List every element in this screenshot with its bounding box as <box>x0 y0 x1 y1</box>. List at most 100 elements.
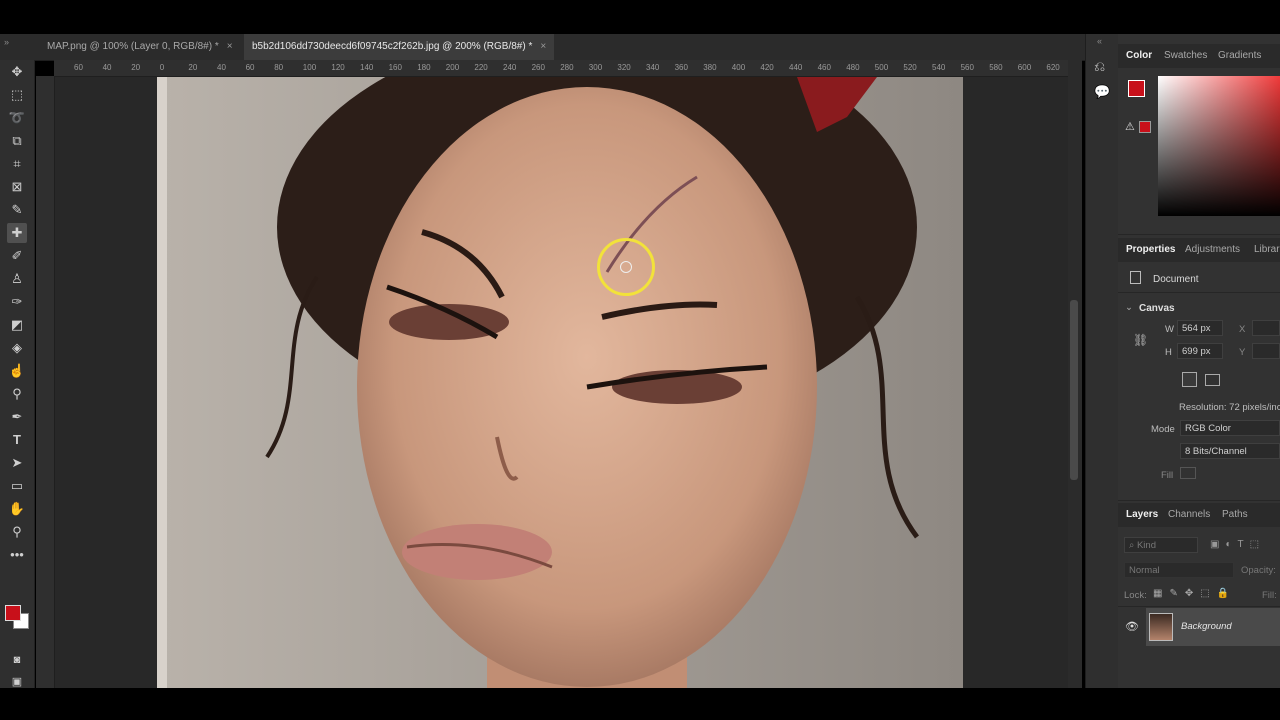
ruler-tick-label: 480 <box>846 63 860 72</box>
path-select-icon[interactable]: ➤ <box>7 453 27 473</box>
ruler-tick-label: 140 <box>360 63 374 72</box>
fill-swatch[interactable] <box>1180 467 1196 479</box>
tab-swatches[interactable]: Swatches <box>1164 44 1207 68</box>
ruler-tick-label: 420 <box>760 63 774 72</box>
tab-gradients[interactable]: Gradients <box>1218 44 1261 68</box>
layer-filter-kind[interactable]: ⌕ Kind <box>1124 537 1198 553</box>
comments-panel-icon[interactable]: 💬 <box>1094 84 1110 100</box>
tab-label: b5b2d106dd730deecd6f09745c2f262b.jpg @ 2… <box>252 41 533 52</box>
chevron-down-icon[interactable]: ⌄ <box>1125 302 1133 313</box>
ruler-tick-label: 340 <box>646 63 660 72</box>
ruler-tick-label: 240 <box>503 63 517 72</box>
tab-properties[interactable]: Properties <box>1126 238 1175 262</box>
dodge-icon[interactable]: ⚲ <box>7 384 27 404</box>
top-black-bar <box>0 0 1280 34</box>
mode-select[interactable]: RGB Color <box>1180 420 1280 436</box>
ruler-tick-label: 460 <box>817 63 831 72</box>
ruler-tick-label: 620 <box>1046 63 1060 72</box>
layer-name[interactable]: Background <box>1181 621 1232 632</box>
ruler-tick-label: 20 <box>131 63 141 72</box>
blend-mode-select[interactable]: Normal <box>1124 562 1234 578</box>
clone-stamp-icon[interactable]: ♙ <box>7 269 27 289</box>
fill-label: Fill <box>1161 470 1174 481</box>
more-tools-icon[interactable]: ••• <box>7 545 27 565</box>
canvas-x-field[interactable] <box>1252 320 1280 336</box>
rectangle-icon[interactable]: ▭ <box>7 476 27 496</box>
frame-icon[interactable]: ⊠ <box>7 177 27 197</box>
tab-paths[interactable]: Paths <box>1222 503 1248 527</box>
tab-adjustments[interactable]: Adjustments <box>1185 238 1240 262</box>
ruler-tick-label: 60 <box>74 63 83 72</box>
tab-libraries[interactable]: Librar <box>1254 238 1280 262</box>
ruler-tick-label: 500 <box>874 63 889 72</box>
eyedropper-icon[interactable]: ✎ <box>7 200 27 220</box>
tab-active-jpg[interactable]: b5b2d106dd730deecd6f09745c2f262b.jpg @ 2… <box>244 34 555 60</box>
color-foreground-swatch[interactable] <box>1128 80 1145 97</box>
canvas-height-field[interactable]: 699 px <box>1177 343 1223 359</box>
pen-icon[interactable]: ✒ <box>7 407 27 427</box>
close-icon[interactable]: × <box>227 41 233 52</box>
ruler-tick-label: 300 <box>588 63 603 72</box>
ruler-tick-label: 320 <box>617 63 631 72</box>
bottom-black-bar <box>0 688 1280 720</box>
tools-panel: ✥ ⬚ ➰ ⧉ ⌗ ⊠ ✎ ✚ ✐ ♙ ✑ ◩ ◈ ☝ ⚲ ✒ T ➤ ▭ ✋ … <box>0 60 35 688</box>
scrollbar-thumb[interactable] <box>1070 300 1078 480</box>
tab-map-png[interactable]: MAP.png @ 100% (Layer 0, RGB/8#) * × <box>39 34 241 60</box>
quick-mask-icon[interactable]: ◙ <box>7 650 27 670</box>
eye-icon[interactable]: 👁 <box>1125 620 1139 633</box>
bit-depth-select[interactable]: 8 Bits/Channel <box>1180 443 1280 459</box>
ruler-tick-label: 60 <box>245 63 255 72</box>
ruler-tick-label: 200 <box>445 63 460 72</box>
tab-channels[interactable]: Channels <box>1168 503 1210 527</box>
portrait-orientation-icon[interactable] <box>1182 372 1197 387</box>
lasso-icon[interactable]: ➰ <box>7 108 27 128</box>
paint-bucket-icon[interactable]: ◈ <box>7 338 27 358</box>
ruler-tick-label: 280 <box>560 63 574 72</box>
canvas-width-field[interactable]: 564 px <box>1177 320 1223 336</box>
ruler-tick-label: 120 <box>331 63 345 72</box>
zoom-icon[interactable]: ⚲ <box>7 522 27 542</box>
canvas-section-title: Canvas <box>1139 303 1175 314</box>
crop-icon[interactable]: ⌗ <box>7 154 27 174</box>
x-label: X <box>1239 324 1246 335</box>
ruler-tick-label: 560 <box>960 63 974 72</box>
object-select-icon[interactable]: ⧉ <box>7 131 27 151</box>
ruler-tick-label: 540 <box>932 63 946 72</box>
eraser-icon[interactable]: ◩ <box>7 315 27 335</box>
lock-label: Lock: <box>1124 590 1147 601</box>
smudge-icon[interactable]: ☝ <box>7 361 27 381</box>
layer-filter-icons[interactable]: ▣◐T⬚ <box>1210 539 1265 550</box>
horizontal-ruler: 60 40 20 0 20 40 60 80 100 120 140 160 180 200 220 240 2… <box>54 60 1068 77</box>
ruler-tick-label: 380 <box>703 63 717 72</box>
layer-fill-label: Fill: <box>1262 590 1277 601</box>
type-icon[interactable]: T <box>7 430 27 450</box>
canvas-y-field[interactable] <box>1252 343 1280 359</box>
foreground-color-swatch[interactable] <box>5 605 21 621</box>
landscape-orientation-icon[interactable] <box>1205 374 1220 386</box>
tab-layers[interactable]: Layers <box>1126 503 1158 527</box>
expand-panels-icon[interactable]: « <box>1097 36 1102 46</box>
ruler-tick-label: 40 <box>102 63 112 72</box>
ruler-tick-label: 0 <box>159 63 165 72</box>
ruler-tick-label: 100 <box>302 63 317 72</box>
collapse-icon[interactable]: » <box>4 37 9 47</box>
history-brush-icon[interactable]: ✑ <box>7 292 27 312</box>
close-icon[interactable]: × <box>540 41 546 52</box>
brush-icon[interactable]: ✐ <box>7 246 27 266</box>
screen-mode-icon[interactable]: ▣ <box>7 672 27 692</box>
color-picker-field[interactable] <box>1158 76 1280 216</box>
tab-color[interactable]: Color <box>1126 44 1152 68</box>
history-panel-icon[interactable]: ⎌ <box>1094 58 1105 75</box>
lock-icons[interactable]: ▦✎✥⬚🔒 <box>1153 588 1236 599</box>
spot-healing-icon[interactable]: ✚ <box>7 223 27 243</box>
document-image[interactable] <box>157 77 963 688</box>
ruler-tick-label: 180 <box>417 63 431 72</box>
gamut-swatch[interactable] <box>1139 121 1151 133</box>
opacity-label: Opacity: <box>1241 565 1276 576</box>
move-icon[interactable]: ✥ <box>7 62 27 82</box>
link-proportions-icon[interactable]: ⛓ <box>1133 333 1148 347</box>
marquee-icon[interactable]: ⬚ <box>7 85 27 105</box>
ruler-tick-label: 440 <box>789 63 803 72</box>
hand-icon[interactable]: ✋ <box>7 499 27 519</box>
collapsed-panel-icons: « ⎌ 💬 <box>1085 34 1119 688</box>
